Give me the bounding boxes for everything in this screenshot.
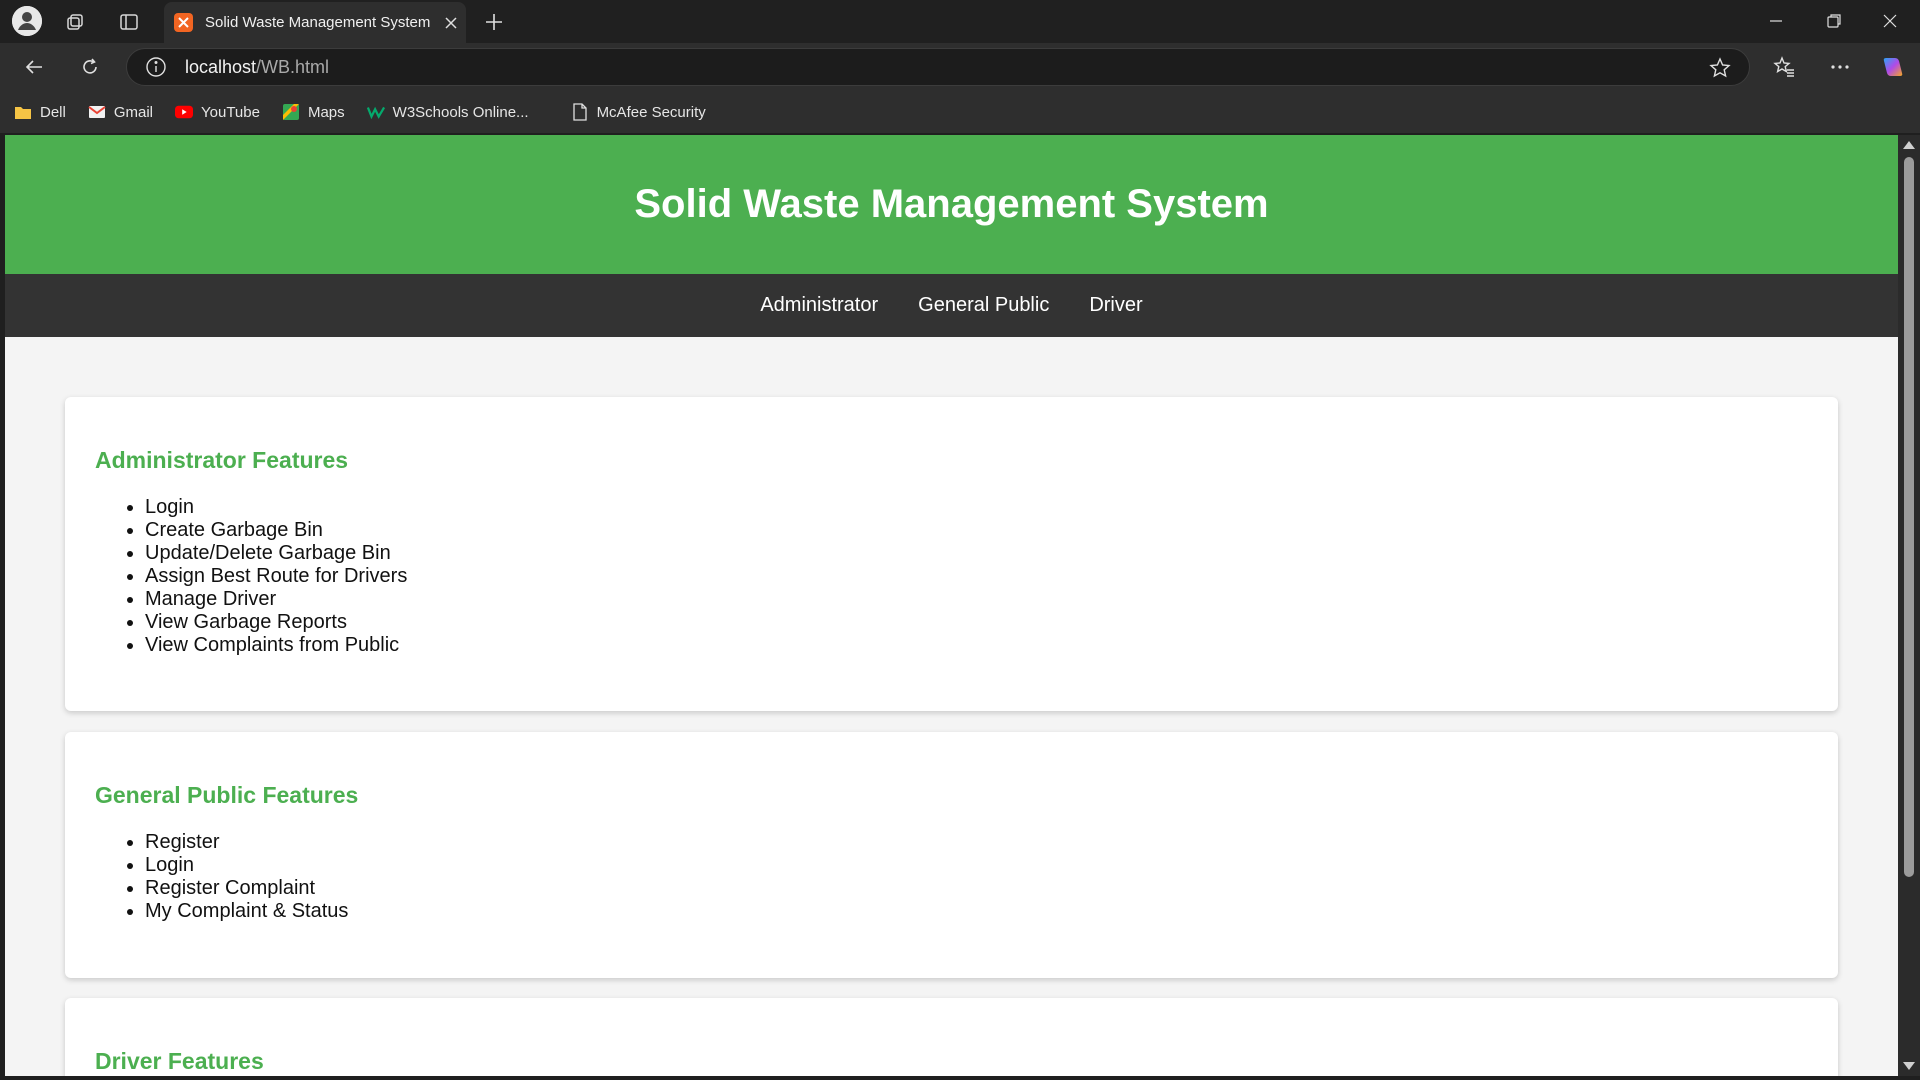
bookmark-w3schools[interactable]: W3Schools Online...	[366, 103, 529, 121]
list-item: Create Garbage Bin	[145, 519, 1808, 542]
general-public-features-card: General Public Features Register Login R…	[65, 732, 1838, 978]
bookmark-label: Gmail	[113, 103, 154, 121]
section-heading: Administrator Features	[95, 447, 349, 473]
youtube-icon	[175, 103, 194, 121]
site-info-icon[interactable]	[127, 56, 185, 78]
scroll-up-arrow-icon[interactable]	[1903, 141, 1915, 149]
section-heading: General Public Features	[95, 782, 359, 808]
bookmark-label: W3Schools Online...	[392, 103, 529, 121]
nav-driver[interactable]: Driver	[1089, 294, 1142, 317]
w3schools-icon	[366, 103, 385, 121]
administrator-features-card: Administrator Features Login Create Garb…	[65, 397, 1838, 711]
active-tab[interactable]: Solid Waste Management System	[164, 2, 466, 43]
vertical-tabs-icon[interactable]	[116, 9, 142, 35]
restore-window-icon[interactable]	[1806, 0, 1862, 42]
bookmark-mcafee[interactable]: McAfee Security	[571, 103, 706, 121]
vertical-scrollbar[interactable]	[1898, 135, 1920, 1076]
nav-general-public[interactable]: General Public	[918, 294, 1049, 317]
scrollbar-thumb[interactable]	[1904, 157, 1914, 877]
gmail-icon	[88, 103, 106, 121]
workspaces-icon[interactable]	[62, 9, 88, 35]
bookmark-label: Maps	[307, 103, 345, 121]
reload-icon[interactable]	[76, 53, 104, 81]
browser-tab-bar: Solid Waste Management System	[0, 0, 1920, 43]
back-arrow-icon[interactable]	[20, 53, 48, 81]
bookmark-label: Dell	[40, 103, 66, 121]
list-item: View Complaints from Public	[145, 634, 1808, 657]
site-header: Solid Waste Management System	[5, 135, 1898, 274]
url-host: localhost	[185, 56, 257, 77]
nav-administrator[interactable]: Administrator	[760, 294, 878, 317]
more-options-icon[interactable]	[1826, 53, 1854, 81]
list-item: Assign Best Route for Drivers	[145, 565, 1808, 588]
list-item: Register Complaint	[145, 877, 1808, 900]
copilot-icon[interactable]	[1878, 52, 1908, 82]
list-item: View Garbage Reports	[145, 611, 1808, 634]
url-path: /WB.html	[256, 56, 330, 77]
bookmark-youtube[interactable]: YouTube	[175, 103, 260, 121]
bookmark-dell[interactable]: Dell	[14, 103, 66, 121]
main-nav: Administrator General Public Driver	[5, 274, 1898, 337]
new-tab-icon[interactable]	[478, 6, 510, 38]
feature-list: Register Login Register Complaint My Com…	[95, 831, 1808, 923]
minimize-window-icon[interactable]	[1748, 0, 1804, 42]
address-bar[interactable]: localhost/WB.html	[126, 48, 1750, 86]
favorite-star-icon[interactable]	[1709, 57, 1731, 79]
feature-list: Login Create Garbage Bin Update/Delete G…	[95, 496, 1808, 657]
list-item: Login	[145, 854, 1808, 877]
page-viewport: Solid Waste Management System Administra…	[5, 135, 1898, 1076]
browser-toolbar: localhost/WB.html	[0, 43, 1920, 91]
maps-icon	[282, 103, 300, 121]
xampp-favicon-icon	[174, 13, 193, 32]
bookmark-maps[interactable]: Maps	[282, 103, 345, 121]
profile-avatar-icon[interactable]	[12, 6, 42, 36]
folder-icon	[14, 103, 32, 121]
page-icon	[571, 103, 589, 121]
driver-features-card: Driver Features	[65, 998, 1838, 1076]
list-item: Manage Driver	[145, 588, 1808, 611]
bookmark-label: McAfee Security	[596, 103, 706, 121]
bookmarks-bar: Dell Gmail YouTube Maps W3Schools Online…	[0, 91, 1920, 133]
list-item: Login	[145, 496, 1808, 519]
list-item: Register	[145, 831, 1808, 854]
close-tab-icon[interactable]	[436, 8, 466, 38]
favorites-list-icon[interactable]	[1770, 53, 1798, 81]
section-heading: Driver Features	[95, 1048, 264, 1074]
close-window-icon[interactable]	[1862, 0, 1918, 42]
page-title: Solid Waste Management System	[634, 182, 1269, 226]
scroll-down-arrow-icon[interactable]	[1903, 1062, 1915, 1070]
tab-title: Solid Waste Management System	[205, 14, 431, 31]
list-item: Update/Delete Garbage Bin	[145, 542, 1808, 565]
bookmark-gmail[interactable]: Gmail	[88, 103, 153, 121]
list-item: My Complaint & Status	[145, 900, 1808, 923]
bookmark-label: YouTube	[201, 103, 260, 121]
